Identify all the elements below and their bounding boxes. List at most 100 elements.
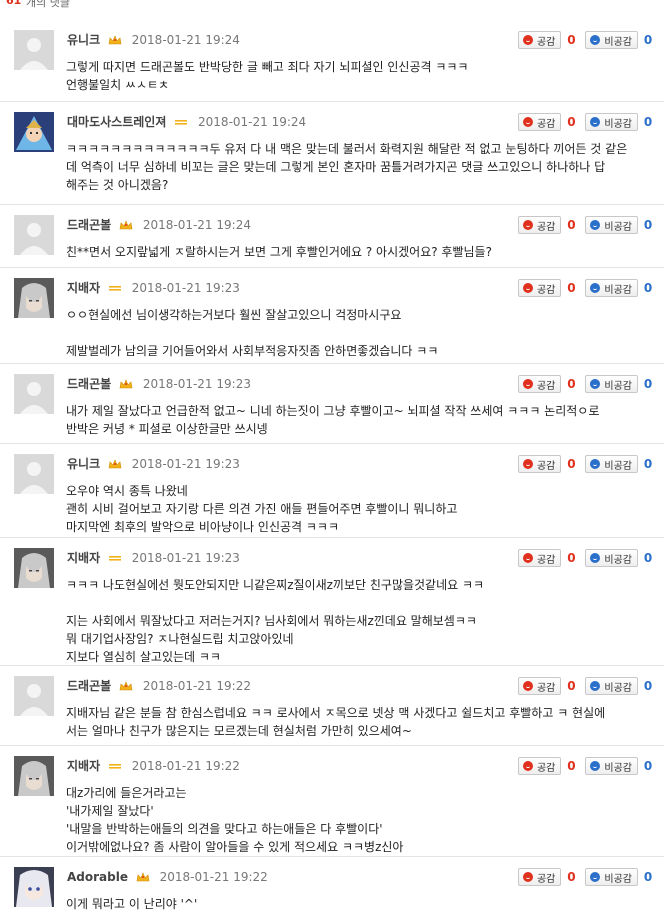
vote-area: 공감 0 비공감 0 bbox=[517, 677, 658, 695]
comment-line: 제발벌레가 남의글 기어들어와서 사회부적응자짓좀 안하면좋겠습니다 ㅋㅋ bbox=[66, 344, 439, 358]
like-face-icon bbox=[522, 117, 533, 127]
comment-meta: 지배자 2018-01-21 19:22 bbox=[67, 758, 240, 774]
dislike-label: 비공감 bbox=[604, 380, 632, 392]
comment-line: 대z가리에 들은거라고는 bbox=[66, 786, 187, 800]
comment-line-gap bbox=[66, 324, 656, 342]
dislike-label: 비공감 bbox=[604, 36, 632, 48]
dislike-face-icon bbox=[590, 459, 601, 469]
dislike-button[interactable]: 비공감 bbox=[585, 375, 638, 393]
comment-date: 2018-01-21 19:23 bbox=[131, 281, 240, 295]
vote-area: 공감 0 비공감 0 bbox=[517, 113, 658, 131]
dislike-button[interactable]: 비공감 bbox=[585, 31, 638, 49]
comment-line: '내가제일 잘났다' bbox=[66, 804, 154, 818]
like-label: 공감 bbox=[536, 36, 556, 48]
comment-line: 데 억측이 너무 심하네 비꼬는 글은 맞는데 그렇게 본인 혼자마 꿈틀거려가… bbox=[66, 160, 606, 174]
comment-text: ㅇㅇ현실에선 님이생각하는거보다 훨씬 잘살고있으니 걱정마시구요 제발벌레가 남… bbox=[66, 306, 656, 360]
comment-author[interactable]: 지배자 bbox=[67, 281, 100, 295]
like-label: 공감 bbox=[536, 118, 556, 130]
comment-item: 드래곤볼 2018-01-21 19:22 공감 0 비공감 0 지배자님 같은… bbox=[0, 665, 664, 746]
comment-line: ㅋㅋㅋㅋㅋㅋㅋㅋㅋㅋㅋㅋㅋ두 유저 다 내 맥은 맞는데 불러서 화력지원 해달… bbox=[66, 142, 628, 156]
vote-area: 공감 0 비공감 0 bbox=[517, 279, 658, 297]
comment-line: 지보다 열심히 살고있는데 ㅋㅋ bbox=[66, 650, 221, 664]
like-count: 0 bbox=[567, 377, 576, 391]
comment-line: 지배자님 같은 분들 참 한심스럽네요 ㅋㅋ 로사에서 ㅈ목으로 넷상 맥 사겠… bbox=[66, 706, 606, 720]
like-face-icon bbox=[522, 872, 533, 882]
dislike-button[interactable]: 비공감 bbox=[585, 455, 638, 473]
comment-date: 2018-01-21 19:24 bbox=[142, 218, 251, 232]
level-bar-badge-icon bbox=[174, 115, 188, 131]
dislike-button[interactable]: 비공감 bbox=[585, 549, 638, 567]
dislike-count: 0 bbox=[643, 551, 653, 565]
vote-area: 공감 0 비공감 0 bbox=[517, 757, 658, 775]
dislike-label: 비공감 bbox=[604, 221, 632, 233]
dislike-button[interactable]: 비공감 bbox=[585, 113, 638, 131]
comment-line: 괜히 시비 걸어보고 자기랑 다른 의견 가진 애들 편들어주면 후빨이니 뭐니… bbox=[66, 502, 458, 516]
comment-author[interactable]: 드래곤볼 bbox=[67, 679, 111, 693]
dislike-button[interactable]: 비공감 bbox=[585, 677, 638, 695]
like-button[interactable]: 공감 bbox=[517, 279, 562, 297]
dislike-face-icon bbox=[590, 117, 601, 127]
dislike-face-icon bbox=[590, 553, 601, 563]
comment-author[interactable]: Adorable bbox=[67, 870, 128, 884]
dislike-count: 0 bbox=[643, 281, 653, 295]
avatar[interactable] bbox=[14, 756, 54, 796]
dislike-count: 0 bbox=[643, 870, 653, 884]
dislike-label: 비공감 bbox=[604, 554, 632, 566]
dislike-button[interactable]: 비공감 bbox=[585, 279, 638, 297]
comment-date: 2018-01-21 19:23 bbox=[142, 377, 251, 391]
comment-meta: 유니크 2018-01-21 19:23 bbox=[67, 456, 240, 472]
comment-author[interactable]: 드래곤볼 bbox=[67, 218, 111, 232]
avatar[interactable] bbox=[14, 374, 54, 414]
like-button[interactable]: 공감 bbox=[517, 216, 562, 234]
avatar[interactable] bbox=[14, 548, 54, 588]
like-button[interactable]: 공감 bbox=[517, 31, 562, 49]
comment-text: 지배자님 같은 분들 참 한심스럽네요 ㅋㅋ 로사에서 ㅈ목으로 넷상 맥 사겠… bbox=[66, 704, 656, 740]
comment-author[interactable]: 유니크 bbox=[67, 457, 100, 471]
comment-text: 대z가리에 들은거라고는 '내가제일 잘났다' '내말을 반박하는애들의 의견을 맞… bbox=[66, 784, 656, 856]
comment-meta: 드래곤볼 2018-01-21 19:22 bbox=[67, 678, 251, 694]
like-label: 공감 bbox=[536, 460, 556, 472]
comment-date: 2018-01-21 19:23 bbox=[131, 551, 240, 565]
avatar[interactable] bbox=[14, 454, 54, 494]
comment-author[interactable]: 유니크 bbox=[67, 33, 100, 47]
comment-item: 드래곤볼 2018-01-21 19:23 공감 0 비공감 0 내가 제일 잘… bbox=[0, 363, 664, 444]
like-label: 공감 bbox=[536, 221, 556, 233]
comment-item: 유니크 2018-01-21 19:24 공감 0 비공감 0 그렇게 따지면 … bbox=[0, 20, 664, 101]
comment-author[interactable]: 대마도사스트레인져 bbox=[67, 115, 166, 129]
dislike-label: 비공감 bbox=[604, 118, 632, 130]
like-count: 0 bbox=[567, 457, 576, 471]
comment-item: 지배자 2018-01-21 19:23 공감 0 비공감 0 ㅋㅋㅋ 나도현실… bbox=[0, 537, 664, 666]
comment-text: ㅋㅋㅋ 나도현실에선 뭣도안되지만 니같은찌z질이새z끼보단 친구많을것같네요 … bbox=[66, 576, 656, 666]
avatar[interactable] bbox=[14, 867, 54, 907]
comment-item: Adorable 2018-01-21 19:22 공감 0 비공감 0 이게 … bbox=[0, 856, 664, 923]
like-button[interactable]: 공감 bbox=[517, 113, 562, 131]
avatar[interactable] bbox=[14, 30, 54, 70]
comment-line: 그렇게 따지면 드래곤볼도 반박당한 글 빼고 죄다 자기 뇌피셜인 인신공격 … bbox=[66, 60, 469, 74]
comment-item: 대마도사스트레인져 2018-01-21 19:24 공감 0 비공감 0 ㅋㅋ… bbox=[0, 101, 664, 205]
comment-author[interactable]: 지배자 bbox=[67, 759, 100, 773]
like-button[interactable]: 공감 bbox=[517, 549, 562, 567]
comment-author[interactable]: 지배자 bbox=[67, 551, 100, 565]
avatar[interactable] bbox=[14, 676, 54, 716]
like-button[interactable]: 공감 bbox=[517, 455, 562, 473]
like-button[interactable]: 공감 bbox=[517, 677, 562, 695]
comment-date: 2018-01-21 19:22 bbox=[142, 679, 251, 693]
crown-badge-icon bbox=[119, 679, 133, 695]
like-label: 공감 bbox=[536, 380, 556, 392]
comment-line: 내가 제일 잘났다고 언급한적 없고~ 니네 하는짓이 그냥 후빨이고~ 뇌피셜… bbox=[66, 404, 600, 418]
like-button[interactable]: 공감 bbox=[517, 868, 562, 886]
comment-meta: 드래곤볼 2018-01-21 19:23 bbox=[67, 376, 251, 392]
dislike-button[interactable]: 비공감 bbox=[585, 216, 638, 234]
like-button[interactable]: 공감 bbox=[517, 757, 562, 775]
avatar[interactable] bbox=[14, 112, 54, 152]
dislike-button[interactable]: 비공감 bbox=[585, 868, 638, 886]
avatar[interactable] bbox=[14, 278, 54, 318]
crown-badge-icon bbox=[136, 870, 150, 886]
dislike-button[interactable]: 비공감 bbox=[585, 757, 638, 775]
comment-author[interactable]: 드래곤볼 bbox=[67, 377, 111, 391]
level-bar-badge-icon bbox=[108, 551, 122, 567]
like-label: 공감 bbox=[536, 554, 556, 566]
like-button[interactable]: 공감 bbox=[517, 375, 562, 393]
avatar[interactable] bbox=[14, 215, 54, 255]
dislike-face-icon bbox=[590, 681, 601, 691]
